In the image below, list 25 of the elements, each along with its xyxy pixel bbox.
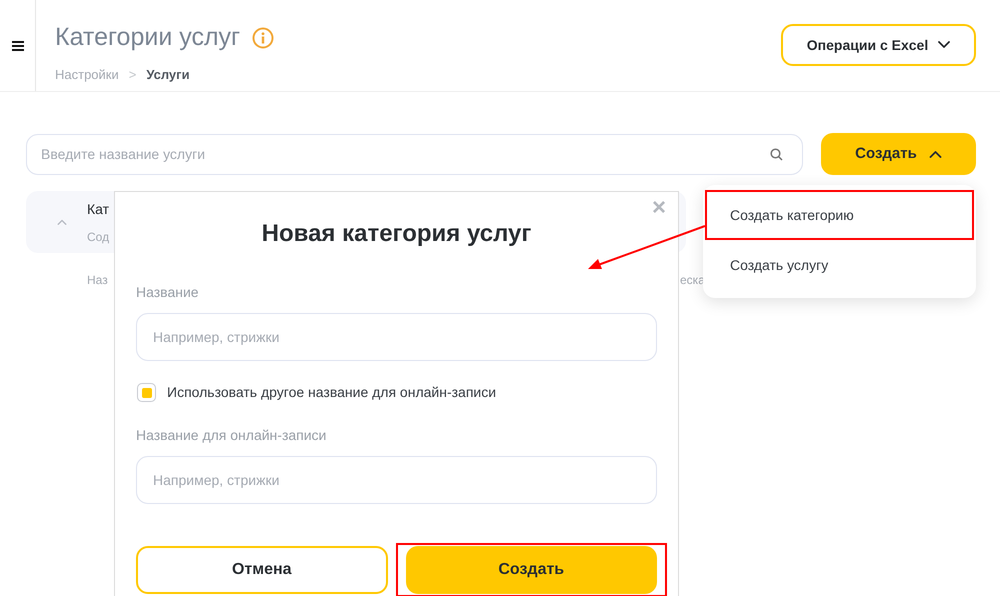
search-field[interactable]: Введите название услуги	[26, 134, 803, 174]
cancel-button[interactable]: Отмена	[136, 546, 388, 594]
column-header: Наз	[87, 272, 109, 289]
page-title: Категории услуг	[55, 22, 240, 53]
field-label: Название для онлайн-записи	[136, 426, 328, 445]
text-field[interactable]: Например, стрижки	[136, 456, 657, 504]
dropdown-item[interactable]: Создать категорию	[705, 190, 974, 240]
field-label: Название	[136, 283, 200, 302]
category-subtitle: Сод	[87, 228, 110, 246]
chevron-up-icon	[928, 150, 942, 158]
breadcrumb-current: Услуги	[146, 66, 190, 84]
search-icon[interactable]	[770, 148, 783, 160]
checkbox[interactable]	[137, 383, 156, 402]
dropdown-item[interactable]: Создать услугу	[705, 240, 974, 290]
checkbox-label: Использовать другое название для онлайн-записи	[167, 383, 496, 402]
menu-icon[interactable]	[12, 40, 24, 50]
chevron-down-icon	[938, 41, 950, 49]
create-button[interactable]: Создать	[406, 546, 657, 594]
text-field[interactable]: Например, стрижки	[136, 313, 657, 361]
excel-operations-button[interactable]: Операции с Excel	[781, 24, 976, 66]
category-title: Кат	[87, 200, 110, 218]
modal-title: Новая категория услуг	[260, 219, 532, 249]
chevron-up-icon	[57, 219, 67, 225]
breadcrumb-separator: >	[128, 66, 136, 84]
create-dropdown-button[interactable]: Создать	[821, 133, 976, 175]
